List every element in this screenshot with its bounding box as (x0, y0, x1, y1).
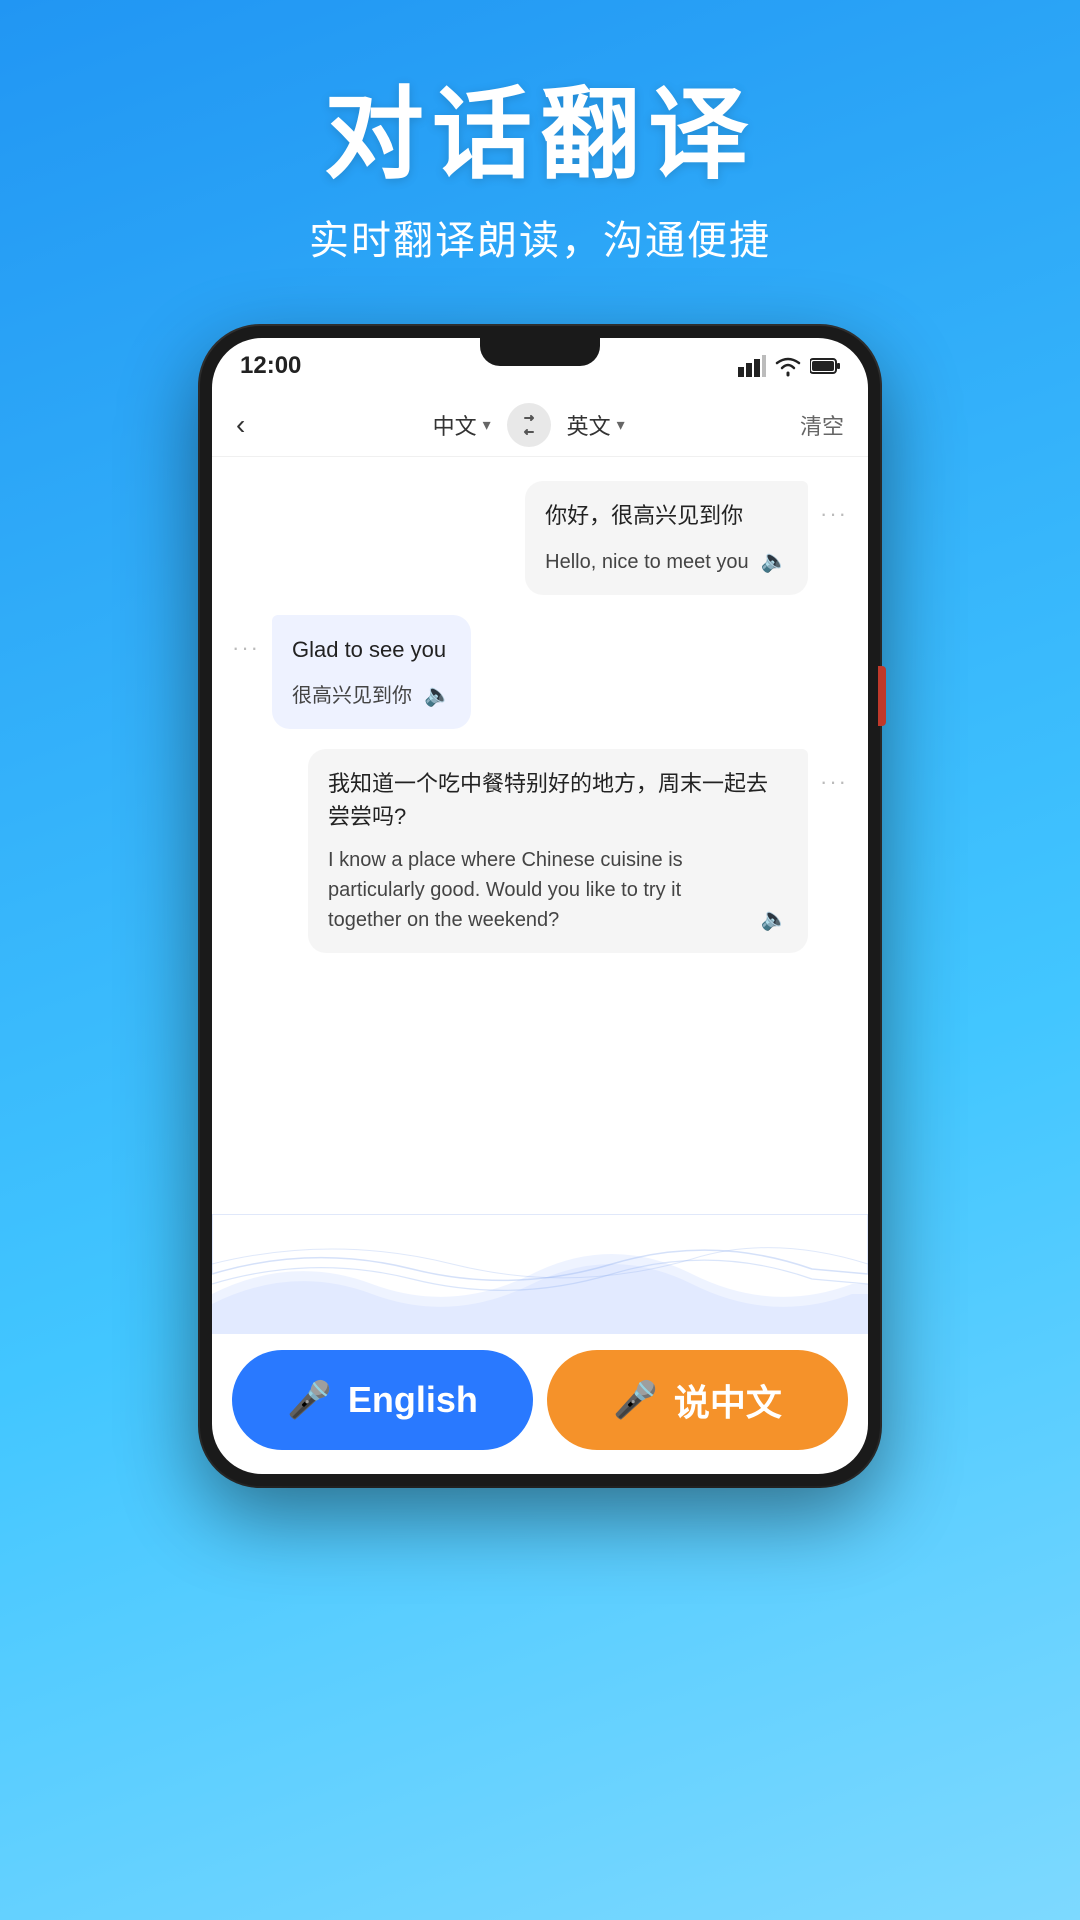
more-options-3[interactable]: ··· (820, 749, 848, 795)
phone-wrapper: 12:00 (0, 326, 1080, 1486)
mic-icon-chinese: 🎤 (613, 1379, 658, 1421)
nav-bar: ‹ 中文 ▾ 英文 ▾ (212, 393, 868, 457)
speaker-icon-3[interactable]: 🔈 (761, 902, 788, 935)
chinese-speak-button[interactable]: 🎤 说中文 (547, 1350, 848, 1450)
lang-selector: 中文 ▾ 英文 ▾ (257, 403, 800, 447)
speaker-icon-1[interactable]: 🔈 (761, 544, 788, 577)
clear-button[interactable]: 清空 (800, 409, 844, 441)
wave-decoration (212, 1214, 868, 1334)
message-2-translated-text: 很高兴见到你 (292, 681, 412, 711)
english-speak-button[interactable]: 🎤 English (232, 1350, 533, 1450)
lang-right-label: 英文 (567, 409, 611, 441)
battery-icon (810, 357, 840, 375)
chat-area: 你好，很高兴见到你 Hello, nice to meet you 🔈 ··· … (212, 457, 868, 1214)
english-button-label: English (348, 1379, 478, 1421)
message-3: 我知道一个吃中餐特别好的地方，周末一起去尝尝吗? I know a place … (232, 749, 848, 953)
more-options-2[interactable]: ··· (232, 615, 260, 661)
message-3-translated-text: I know a place where Chinese cuisine is … (328, 845, 749, 935)
message-1-original: 你好，很高兴见到你 (545, 499, 788, 532)
message-1: 你好，很高兴见到你 Hello, nice to meet you 🔈 ··· (232, 481, 848, 595)
status-time: 12:00 (240, 352, 301, 380)
message-3-original: 我知道一个吃中餐特别好的地方，周末一起去尝尝吗? (328, 767, 788, 833)
message-2: ··· Glad to see you 很高兴见到你 🔈 (232, 615, 848, 729)
phone-frame: 12:00 (200, 326, 880, 1486)
mic-icon-english: 🎤 (287, 1379, 332, 1421)
phone-notch (480, 338, 600, 366)
swap-button[interactable] (507, 403, 551, 447)
message-1-translated-text: Hello, nice to meet you (545, 547, 748, 577)
back-button[interactable]: ‹ (236, 401, 257, 449)
bubble-content-right-1: 你好，很高兴见到你 Hello, nice to meet you 🔈 (525, 481, 808, 595)
message-2-translated: 很高兴见到你 🔈 (292, 678, 451, 711)
chevron-down-icon-left: ▾ (483, 415, 491, 435)
lang-left-selector[interactable]: 中文 ▾ (433, 409, 491, 441)
status-icons (738, 355, 840, 377)
phone-side-button (878, 666, 886, 726)
bubble-content-left-2: Glad to see you 很高兴见到你 🔈 (272, 615, 471, 729)
message-3-translated: I know a place where Chinese cuisine is … (328, 845, 788, 935)
message-1-translated: Hello, nice to meet you 🔈 (545, 544, 788, 577)
sub-title: 实时翻译朗读，沟通便捷 (0, 208, 1080, 266)
bubble-content-right-3: 我知道一个吃中餐特别好的地方，周末一起去尝尝吗? I know a place … (308, 749, 808, 953)
lang-left-label: 中文 (433, 409, 477, 441)
speaker-icon-2[interactable]: 🔈 (424, 678, 451, 711)
more-options-1[interactable]: ··· (820, 481, 848, 527)
chinese-button-label: 说中文 (674, 1374, 782, 1426)
signal-icon (738, 355, 766, 377)
bottom-buttons-container: 🎤 English 🎤 说中文 (212, 1334, 868, 1474)
main-title: 对话翻译 (0, 80, 1080, 190)
chevron-down-icon-right: ▾ (617, 415, 625, 435)
message-2-original: Glad to see you (292, 633, 451, 666)
wifi-icon (774, 355, 802, 377)
phone-screen: 12:00 (212, 338, 868, 1474)
header-section: 对话翻译 实时翻译朗读，沟通便捷 (0, 0, 1080, 306)
lang-right-selector[interactable]: 英文 ▾ (567, 409, 625, 441)
